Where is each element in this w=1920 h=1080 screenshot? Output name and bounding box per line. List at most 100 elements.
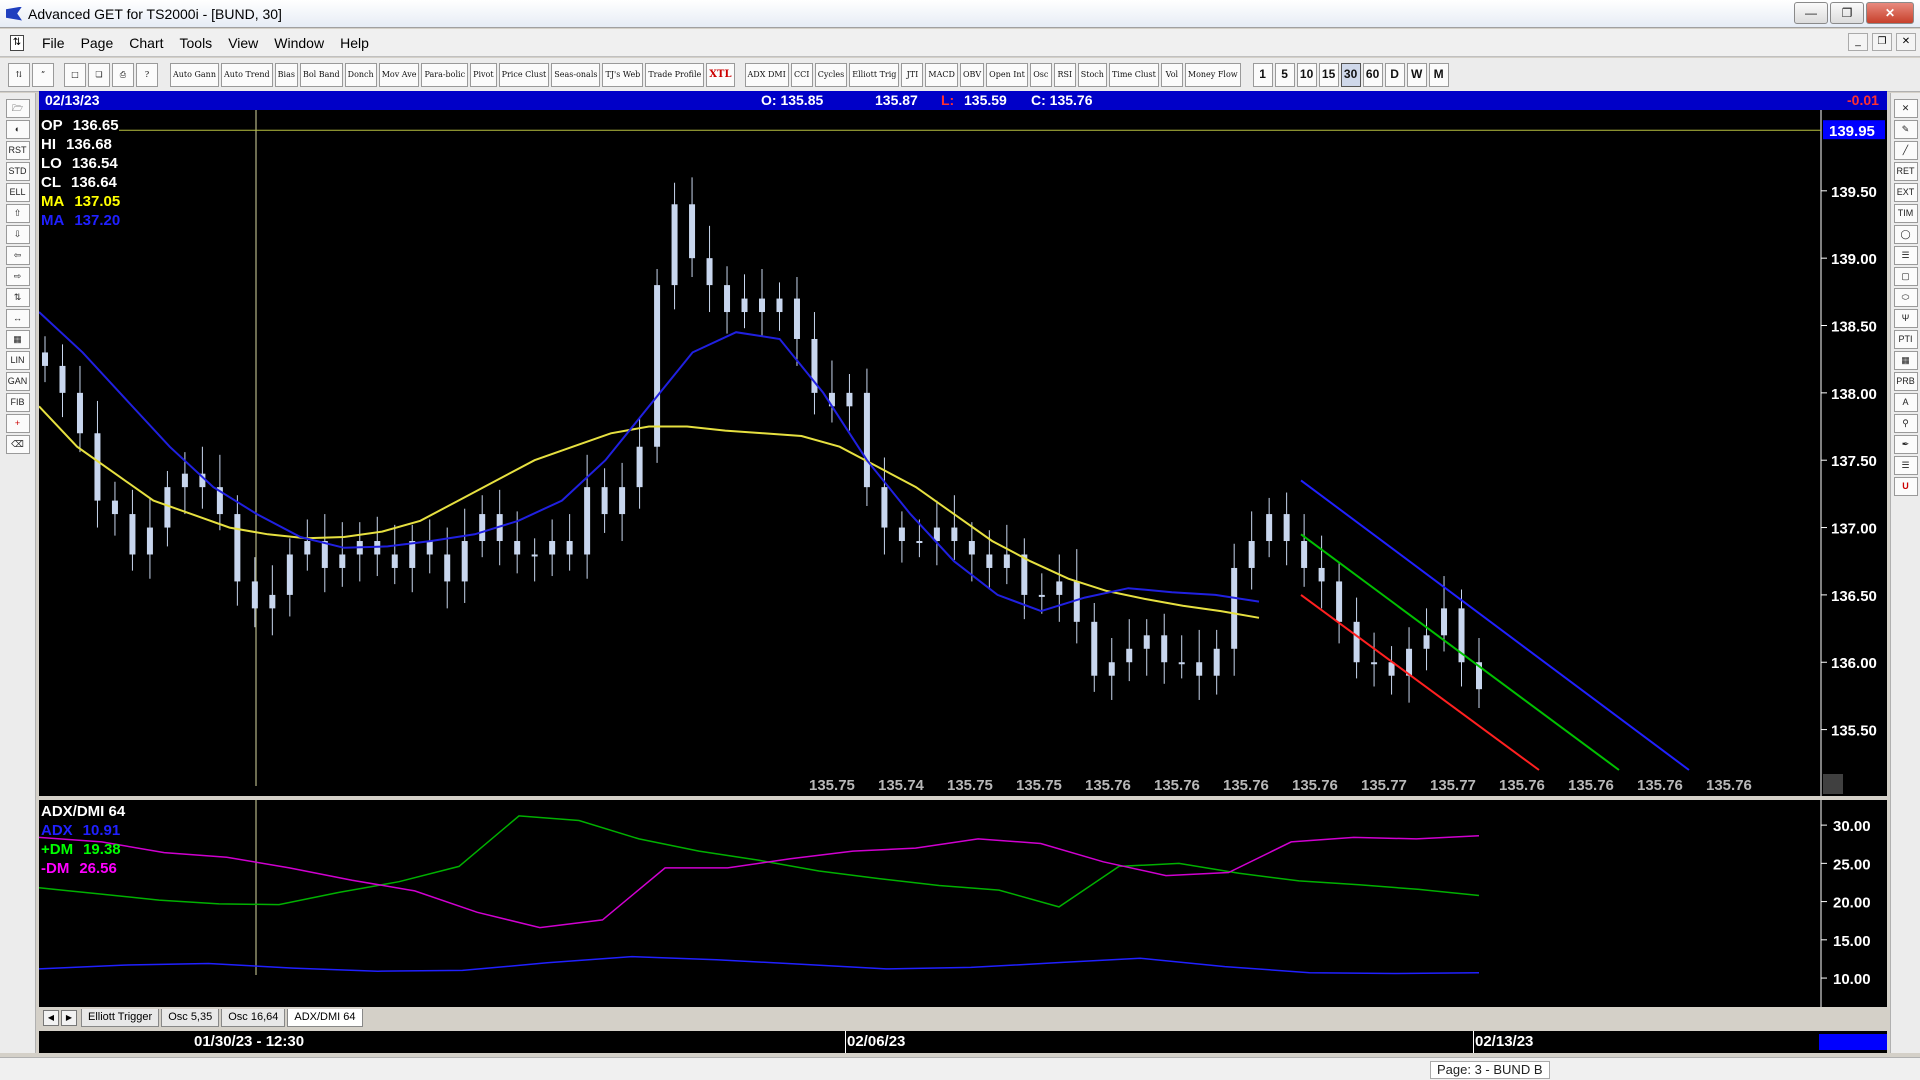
elliott-icon[interactable]: ELL xyxy=(5,183,30,202)
mdi-restore-button[interactable]: ❐ xyxy=(1872,33,1892,51)
crosshair-icon[interactable]: + xyxy=(5,414,30,433)
lines-icon[interactable]: LIN xyxy=(5,351,30,370)
study-button-cci[interactable]: CCI xyxy=(790,62,813,87)
study-button-stoch[interactable]: Stoch xyxy=(1077,62,1107,87)
timeframe-button-w[interactable]: W xyxy=(1406,62,1427,87)
mdi-close-button[interactable]: ✕ xyxy=(1896,33,1916,51)
study-button-auto-trend[interactable]: Auto Trend xyxy=(220,62,273,87)
quote-tool-icon[interactable]: ” xyxy=(32,62,54,87)
menu-window[interactable]: Window xyxy=(266,35,332,51)
study-button-elliott-trig[interactable]: Elliott Trig xyxy=(849,62,900,87)
pitchfork-icon[interactable]: Ψ xyxy=(1893,309,1918,328)
study-button-adx-dmi[interactable]: ADX DMI xyxy=(744,62,789,87)
study-button-cycles[interactable]: Cycles xyxy=(814,62,848,87)
mdi-minimize-button[interactable]: _ xyxy=(1848,33,1868,51)
arrow-left-icon[interactable]: ⇦ xyxy=(5,246,30,265)
price-chart-pane[interactable]: 139.50 139.00 138.50 138.00 137.50 137.00 136.… xyxy=(39,110,1887,796)
tab-adx-dmi-64[interactable]: ADX/DMI 64 xyxy=(287,1009,363,1027)
tab-elliott-trigger[interactable]: Elliott Trigger xyxy=(81,1009,160,1027)
restore-button[interactable]: ❐ xyxy=(1830,2,1864,24)
pencil-icon[interactable]: ✎ xyxy=(1893,120,1918,139)
cursor-tool-icon[interactable]: ⇅ xyxy=(8,62,30,87)
timeframe-button-5[interactable]: 5 xyxy=(1274,62,1295,87)
binoculars-icon[interactable]: ◐ xyxy=(5,120,30,139)
study-button-bol-band[interactable]: Bol Band xyxy=(299,62,343,87)
folder-icon[interactable]: 🗁 xyxy=(5,99,30,118)
print-icon[interactable]: ⎙ xyxy=(112,62,134,87)
timeframe-button-d[interactable]: D xyxy=(1384,62,1405,87)
indicator-pane[interactable]: 30.00 25.00 20.00 15.00 10.00 ADX/DMI 64 ADX… xyxy=(39,800,1887,1007)
close-button[interactable]: ✕ xyxy=(1866,2,1914,24)
timeframe-button-60[interactable]: 60 xyxy=(1362,62,1383,87)
table-icon[interactable]: ▦ xyxy=(1893,351,1918,370)
study-button-para-bolic[interactable]: Para-bolic xyxy=(421,62,469,87)
study-button-time-clust[interactable]: Time Clust xyxy=(1108,62,1159,87)
fib-extension-icon[interactable]: EXT xyxy=(1893,183,1918,202)
arrow-down-icon[interactable]: ⇩ xyxy=(5,225,30,244)
menu-tools[interactable]: Tools xyxy=(172,35,221,51)
rectangle-icon[interactable]: ▢ xyxy=(1893,267,1918,286)
study-button-vol[interactable]: Vol xyxy=(1160,62,1183,87)
compress-icon[interactable]: ⇅ xyxy=(5,288,30,307)
study-button-obv[interactable]: OBV xyxy=(959,62,985,87)
list-icon[interactable]: ☰ xyxy=(1893,456,1918,475)
expand-icon[interactable]: ↔ xyxy=(5,309,30,328)
grid-icon[interactable]: ▦ xyxy=(5,330,30,349)
trend-line-icon[interactable]: ✕ xyxy=(1893,99,1918,118)
timeframe-button-30[interactable]: 30 xyxy=(1340,62,1361,87)
fib-time-icon[interactable]: TIM xyxy=(1893,204,1918,223)
menu-page[interactable]: Page xyxy=(73,35,122,51)
study-button-bias[interactable]: Bias xyxy=(274,62,298,87)
menu-help[interactable]: Help xyxy=(332,35,377,51)
probability-icon[interactable]: PRB xyxy=(1893,372,1918,391)
study-button-money-flow[interactable]: Money Flow xyxy=(1184,62,1241,87)
arrow-up-icon[interactable]: ⇧ xyxy=(5,204,30,223)
menu-view[interactable]: View xyxy=(220,35,266,51)
menu-chart[interactable]: Chart xyxy=(121,35,171,51)
timeframe-button-10[interactable]: 10 xyxy=(1296,62,1317,87)
paint-icon[interactable]: ✒ xyxy=(1893,435,1918,454)
study-button-mov-ave[interactable]: Mov Ave xyxy=(378,62,420,87)
study-button-seas-onals[interactable]: Seas-onals xyxy=(551,62,601,87)
tab-scroll-right-icon[interactable]: ▶ xyxy=(61,1010,77,1026)
help-pointer-icon[interactable]: ? xyxy=(136,62,158,87)
zoom-icon[interactable]: ⚲ xyxy=(1893,414,1918,433)
study-button-jti[interactable]: JTI xyxy=(901,62,924,87)
pti-icon[interactable]: PTI xyxy=(1893,330,1918,349)
tab-osc-16-64[interactable]: Osc 16,64 xyxy=(221,1009,286,1027)
tab-osc-5-35[interactable]: Osc 5,35 xyxy=(161,1009,220,1027)
adx-dmi-chart[interactable]: 30.00 25.00 20.00 15.00 10.00 xyxy=(39,800,1887,1007)
study-button-pivot[interactable]: Pivot xyxy=(470,62,497,87)
study-button-trade-profile[interactable]: Trade Profile xyxy=(645,62,705,87)
eraser-icon[interactable]: ⌫ xyxy=(5,435,30,454)
ellipse-icon[interactable]: ⬭ xyxy=(1893,288,1918,307)
diagonal-line-icon[interactable]: ╱ xyxy=(1893,141,1918,160)
study-button-open-int[interactable]: Open Int xyxy=(986,62,1028,87)
fib-icon[interactable]: FIB xyxy=(5,393,30,412)
study-button-xtl[interactable]: XTL xyxy=(706,62,735,87)
timeframe-button-m[interactable]: M xyxy=(1428,62,1449,87)
menu-file[interactable]: File xyxy=(34,35,73,51)
gann-icon[interactable]: GAN xyxy=(5,372,30,391)
study-button-rsi[interactable]: RSI xyxy=(1053,62,1076,87)
magnet-icon[interactable]: U xyxy=(1893,477,1918,496)
study-button-osc[interactable]: Osc xyxy=(1029,62,1052,87)
minimize-button[interactable]: — xyxy=(1794,2,1828,24)
study-button-auto-gann[interactable]: Auto Gann xyxy=(170,62,219,87)
timeframe-button-1[interactable]: 1 xyxy=(1252,62,1273,87)
timeframe-button-15[interactable]: 15 xyxy=(1318,62,1339,87)
copy-chart-icon[interactable]: ❏ xyxy=(88,62,110,87)
arrow-right-icon[interactable]: ⇨ xyxy=(5,267,30,286)
circle-icon[interactable]: ◯ xyxy=(1893,225,1918,244)
text-tool-icon[interactable]: A xyxy=(1893,393,1918,412)
study-icon[interactable]: STD xyxy=(5,162,30,181)
study-button-donch[interactable]: Donch xyxy=(344,62,377,87)
study-button-tj-s-web[interactable]: TJ's Web xyxy=(602,62,644,87)
new-chart-icon[interactable]: □ xyxy=(64,62,86,87)
channel-icon[interactable]: ☰ xyxy=(1893,246,1918,265)
study-button-price-clust[interactable]: Price Clust xyxy=(498,62,550,87)
document-icon[interactable]: ⇅ xyxy=(10,34,24,51)
price-chart[interactable]: 139.50 139.00 138.50 138.00 137.50 137.00 136.… xyxy=(39,110,1887,796)
tab-scroll-left-icon[interactable]: ◀ xyxy=(43,1010,59,1026)
fib-retrace-icon[interactable]: RET xyxy=(1893,162,1918,181)
